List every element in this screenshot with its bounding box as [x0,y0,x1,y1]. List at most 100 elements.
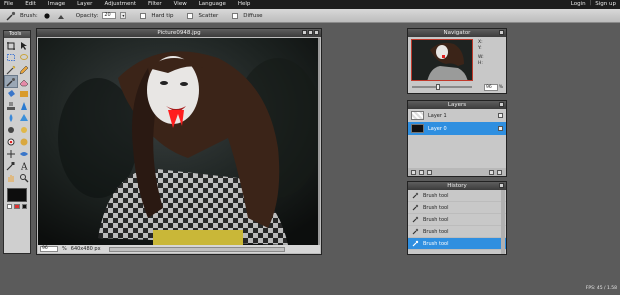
hand-tool-button[interactable] [5,172,17,183]
navigator-panel: Navigator X: Y: W: H: 96 % [407,28,507,94]
photo-image [38,38,320,245]
brush-tool-button[interactable] [4,75,18,88]
dodge-tool-button[interactable] [18,124,30,135]
history-item[interactable]: Brush tool [408,214,506,226]
image-window-titlebar[interactable]: Picture0948.jpg [37,29,321,37]
tools-title: Tools [4,31,30,38]
diffuse-checkbox[interactable] [232,12,239,19]
marquee-tool-button[interactable] [5,52,17,63]
layer-row[interactable]: Layer 1 [408,109,506,122]
burn-tool-button[interactable] [5,124,17,135]
opacity-dropdown[interactable]: ▾ [120,12,127,19]
history-item[interactable]: Brush tool [408,226,506,238]
redeye-tool-button[interactable] [5,136,17,147]
bloat-tool-button[interactable] [18,136,30,147]
history-item-selected[interactable]: Brush tool [408,238,506,250]
delete-layer-icon[interactable] [497,169,502,175]
minimize-icon[interactable] [302,30,307,35]
lasso-icon [20,53,28,60]
type-tool-button[interactable]: A [18,160,30,171]
sharpen-icon [21,101,27,110]
secondary-color-swatch[interactable] [7,204,13,209]
smudge-tool-button[interactable] [5,112,17,123]
nav-y-label: Y: [478,46,482,51]
layer-row-selected[interactable]: Layer 0 [408,122,506,135]
scatter-checkbox[interactable] [187,12,194,19]
layers-footer [408,168,506,176]
history-close-icon[interactable] [499,183,504,188]
layers-close-icon[interactable] [499,102,504,107]
pencil-tool-button[interactable] [18,64,30,75]
bloat-icon [20,138,28,145]
close-icon[interactable] [314,30,319,35]
lasso-tool-button[interactable] [18,52,30,63]
menu-adjustment[interactable]: Adjustment [98,0,142,9]
layers-title: Layers [447,102,467,108]
zoom-tool-button[interactable] [18,172,30,183]
menu-language[interactable]: Language [193,0,232,9]
signup-link[interactable]: Sign up [591,0,620,9]
hard-tip-checkbox[interactable] [140,12,147,19]
bucket-tool-button[interactable] [5,88,17,99]
eraser-tool-button[interactable] [18,76,30,87]
layer-visibility-checkbox[interactable] [498,126,503,131]
new-layer-icon[interactable] [489,169,494,175]
layers-titlebar[interactable]: Layers [408,101,506,109]
history-scrollbar[interactable] [501,190,505,254]
eraser-icon [19,79,29,86]
dropper-icon [6,161,15,170]
history-item[interactable]: Brush tool [408,190,506,202]
image-horizontal-scrollbar[interactable] [108,246,285,252]
layer-name: Layer 0 [428,125,447,132]
crop-tool-button[interactable] [5,40,17,51]
menu-layer[interactable]: Layer [71,0,98,9]
brush-picker-icon[interactable] [56,11,66,21]
navigator-zoom-slider[interactable] [412,84,472,90]
layer-name: Layer 1 [428,112,447,119]
brush-icon [6,77,15,86]
image-canvas[interactable] [38,38,320,245]
menu-help[interactable]: Help [232,0,257,9]
opacity-input[interactable]: 20 [102,12,117,19]
stamp-tool-button[interactable] [5,100,17,111]
brush-icon [412,240,419,247]
brush-label: Brush: [20,12,38,19]
layer-style-icon[interactable] [411,169,416,175]
navigator-zoom-knob[interactable] [436,84,440,90]
image-zoom-input[interactable]: 96 [40,246,58,252]
login-link[interactable]: Login [567,0,590,9]
history-titlebar[interactable]: History [408,182,506,190]
dropper-tool-button[interactable] [5,160,17,171]
navigator-thumbnail[interactable] [411,39,473,81]
layer-visibility-checkbox[interactable] [498,113,503,118]
navigator-close-icon[interactable] [499,30,504,35]
wand-tool-button[interactable] [5,64,17,75]
tool-options-bar: Brush: Opacity: 20 ▾ Hard tip Scatter Di… [0,9,620,23]
primary-color-swatch[interactable] [7,188,27,202]
navigator-titlebar[interactable]: Navigator [408,29,506,37]
image-vertical-scrollbar[interactable] [318,38,320,245]
menu-edit[interactable]: Edit [19,0,42,9]
menu-image[interactable]: Image [42,0,71,9]
menu-filter[interactable]: Filter [142,0,168,9]
bucket-icon [8,89,15,97]
gradient-tool-button[interactable] [18,88,30,99]
layer-mask-icon[interactable] [419,169,424,175]
history-title: History [447,183,467,189]
type-icon: A [20,162,28,171]
sponge-tool-button[interactable] [18,112,30,123]
sponge2-tool-button[interactable] [18,148,30,159]
menu-file[interactable]: File [0,0,19,9]
history-item[interactable]: Brush tool [408,202,506,214]
swap-colors-icon[interactable] [14,204,20,209]
reset-colors-icon[interactable] [21,204,27,209]
navigator-zoom-input[interactable]: 96 [484,84,498,91]
brush-tool-icon [6,11,16,21]
sharpen-tool-button[interactable] [18,100,30,111]
move-tool-button[interactable] [18,40,30,51]
layer-folder-icon[interactable] [427,169,432,175]
menu-view[interactable]: View [168,0,193,9]
pinch-tool-button[interactable] [5,148,17,159]
brush-preset-icon[interactable] [42,11,52,21]
maximize-icon[interactable] [308,30,313,35]
